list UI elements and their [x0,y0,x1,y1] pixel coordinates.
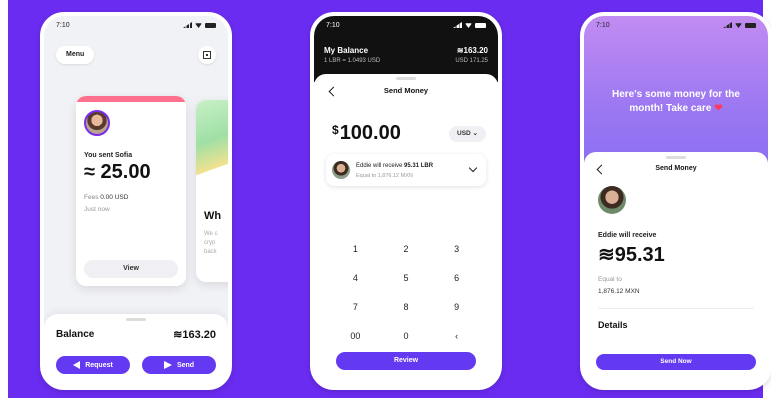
numeric-keypad: 1 2 3 4 5 6 7 8 9 00 0 ‹ [330,242,482,344]
divider [598,308,754,309]
key-9[interactable]: 9 [431,300,482,315]
receive-label: Eddie will receive [598,232,657,239]
qr-icon [203,51,211,59]
status-time: 7:10 [56,21,70,29]
promo-line: back [204,249,217,255]
signal-icon [183,22,192,28]
key-0[interactable]: 0 [381,329,432,344]
recipient-receive: Eddie will receive 95.31 LBR [356,163,433,169]
fees-value: 0.00 USD [100,194,129,201]
send-label: Send [176,361,195,369]
avatar [84,110,110,136]
view-button[interactable]: View [84,260,178,278]
sent-label: You sent Sofia [84,152,133,159]
status-bar: 7:10 [44,16,228,34]
page-title: Send Money [655,165,697,172]
balance-value: ≋163.20 [456,46,488,55]
battery-icon [475,22,486,28]
battery-icon [205,22,216,28]
phone-send-money-confirm: 7:10 Here's some money for the month! Ta… [580,12,771,390]
recipient-prefix: Eddie will receive [356,163,403,169]
promo-text: We c cryp back [204,230,218,257]
payment-note: Here's some money for the month! Take ca… [602,88,750,116]
balance-title: My Balance [324,46,369,55]
currency-select[interactable]: USD ⌄ [449,126,486,142]
promo-line: We c [204,231,218,237]
key-00[interactable]: 00 [330,329,381,344]
sheet-grabber[interactable] [126,318,146,321]
balance-sheet: Balance ≋163.20 Request Send [44,314,228,386]
sheet-grabber[interactable] [396,77,416,80]
status-time: 7:10 [596,21,610,29]
timestamp: Just now [84,206,110,213]
fees-label: Fees [84,194,99,201]
signal-icon [723,22,732,28]
status-time: 7:10 [326,21,340,29]
fees-row: Fees 0.00 USD [84,194,128,201]
key-4[interactable]: 4 [330,271,381,286]
review-button[interactable]: Review [336,352,476,370]
backspace-key[interactable]: ‹ [431,329,482,344]
card-accent [76,96,186,102]
request-arrow-icon [73,361,81,369]
request-button[interactable]: Request [56,356,130,374]
key-5[interactable]: 5 [381,271,432,286]
avatar [598,186,626,214]
recipient-amount: 95.31 LBR [404,163,434,169]
promo-line: cryp [204,240,216,246]
equal-label: Equal to [598,276,622,283]
request-label: Request [85,361,113,369]
promo-background: 7:10 Menu You sent Sofia ≈ 25.00 Fees 0.… [8,0,771,398]
key-1[interactable]: 1 [330,242,381,257]
details-heading[interactable]: Details [598,320,628,330]
key-2[interactable]: 2 [381,242,432,257]
qr-scan-button[interactable] [198,46,216,64]
promo-title: Wh [204,210,222,222]
balance-label: Balance [56,329,95,340]
balance-value: ≋163.20 [173,329,216,341]
wifi-icon [195,23,202,28]
avatar [332,161,350,179]
amount-value: 100.00 [339,122,401,144]
menu-button[interactable]: Menu [56,46,95,64]
sent-amount: ≈ 25.00 [84,161,151,183]
chevron-down-icon: ⌄ [472,130,478,137]
send-now-button[interactable]: Send Now [596,354,756,370]
key-7[interactable]: 7 [330,300,381,315]
key-6[interactable]: 6 [431,271,482,286]
exchange-rate: 1 LBR = 1.0493 USD [324,58,381,64]
recipient-equal: Equal to 1,876.12 MXN [356,173,413,179]
page-title: Send Money [383,86,429,95]
currency-symbol: $ [332,123,339,137]
wifi-icon [465,23,472,28]
phone-wallet-home: 7:10 Menu You sent Sofia ≈ 25.00 Fees 0.… [40,12,232,390]
transaction-card[interactable]: You sent Sofia ≈ 25.00 Fees 0.00 USD Jus… [76,96,186,286]
currency-label: USD [457,130,471,137]
status-bar: 7:10 [584,16,768,34]
receive-amount: ≋95.31 [598,244,665,266]
equal-value: 1,876.12 MXN [598,288,640,295]
promo-illustration [196,100,228,178]
status-bar: 7:10 [314,16,498,34]
confirm-sheet: Send Money Eddie will receive ≋95.31 Equ… [584,152,768,386]
battery-icon [745,22,756,28]
heart-icon: ❤ [714,103,723,114]
chevron-down-icon[interactable] [468,163,478,173]
amount-display[interactable]: $100.00 [332,122,401,145]
wifi-icon [735,23,742,28]
phone-send-money-keypad: My Balance 1 LBR = 1.0493 USD ≋163.20 US… [310,12,502,390]
send-money-sheet: Send Money $100.00 USD ⌄ Eddie will rece… [314,74,498,386]
key-8[interactable]: 8 [381,300,432,315]
recipient-card[interactable]: Eddie will receive 95.31 LBR Equal to 1,… [326,154,486,186]
sheet-grabber[interactable] [666,156,686,159]
send-plane-icon [163,361,172,369]
balance-usd: USD 171.25 [455,58,488,64]
promo-card[interactable]: Wh We c cryp back [196,100,228,282]
key-3[interactable]: 3 [431,242,482,257]
signal-icon [453,22,462,28]
send-button[interactable]: Send [142,356,216,374]
